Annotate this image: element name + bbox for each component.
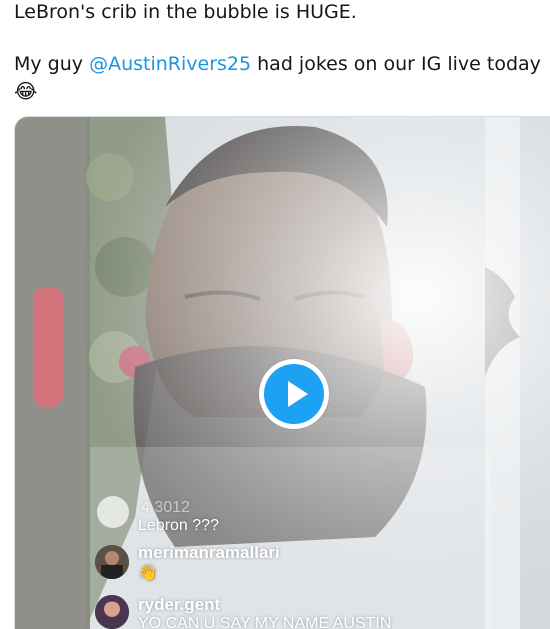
video-player[interactable]: 4.3012 Lebron ??? merimanramallari 👋 ryd: [14, 116, 550, 629]
avatar-photo-icon: [95, 545, 129, 579]
tweet-line-2: My guy @AustinRivers25 had jokes on our …: [14, 52, 541, 76]
tweet-line-2-suffix: had jokes on our IG live today: [251, 53, 541, 75]
comment-1-text: Lebron ???: [138, 517, 219, 534]
tweet-line-1: LeBron's crib in the bubble is HUGE.: [14, 1, 357, 23]
avatar-merimanramallari: [95, 545, 129, 579]
mention-link[interactable]: @AustinRivers25: [89, 53, 251, 75]
laughing-emoji: 😂: [14, 79, 38, 103]
comment-3: ryder.gent YO CAN U SAY MY NAME AUSTIN: [138, 595, 391, 629]
partial-count-text: 4.3012: [141, 499, 190, 516]
comment-2-username: merimanramallari: [138, 543, 280, 562]
play-icon: [288, 381, 308, 407]
play-button[interactable]: [259, 359, 329, 429]
tweet-line-2-prefix: My guy: [14, 53, 90, 75]
comment-2: merimanramallari 👋: [138, 543, 280, 583]
avatar-photo-icon: [95, 595, 129, 629]
partial-comment-count: 4.3012: [141, 499, 190, 517]
comment-3-text: YO CAN U SAY MY NAME AUSTIN: [138, 615, 392, 629]
comment-2-text: 👋: [138, 565, 158, 582]
comment-3-username: ryder.gent: [138, 595, 221, 614]
comment-1: Lebron ???: [138, 517, 219, 535]
comment-avatar-1-icon: [97, 496, 129, 528]
play-button-circle: [264, 364, 324, 424]
tweet: LeBron's crib in the bubble is HUGE. My …: [0, 0, 550, 629]
avatar-ryder-gent: [95, 595, 129, 629]
